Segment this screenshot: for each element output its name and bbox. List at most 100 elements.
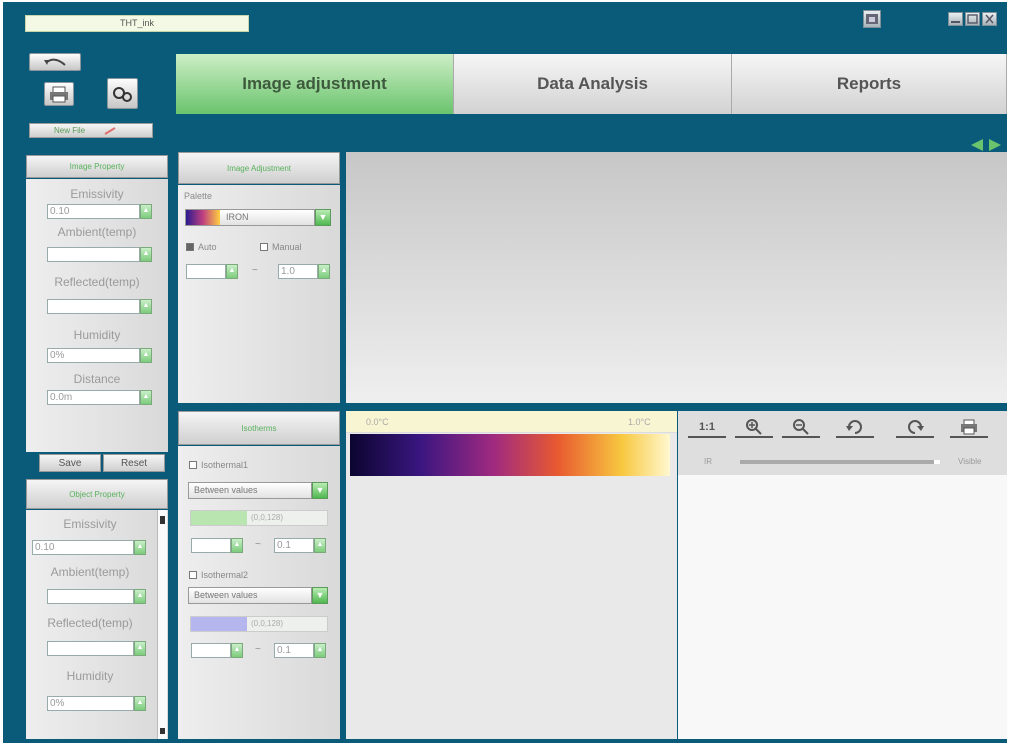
isothermal2-checkbox[interactable]: Isothermal2: [189, 570, 248, 580]
isothermal2-min-field[interactable]: ▲: [191, 643, 243, 658]
tab-data-analysis[interactable]: Data Analysis: [454, 54, 732, 114]
stepper-icon[interactable]: ▲: [134, 589, 146, 604]
image-display-area[interactable]: [346, 152, 1007, 403]
undo-button[interactable]: [29, 53, 81, 71]
isotherms-header: Isotherms: [178, 411, 340, 445]
isothermal1-color-picker[interactable]: (0,0,128): [190, 510, 328, 526]
scroll-down-arrow[interactable]: [160, 728, 165, 734]
stepper-icon[interactable]: ▲: [140, 247, 152, 262]
close-button[interactable]: [982, 12, 997, 26]
save-button[interactable]: Save: [39, 454, 101, 472]
image-property-panel: Emissivity 0.10 ▲ Ambient(temp) ▲ Reflec…: [26, 179, 168, 452]
ip-humidity-label: Humidity: [73, 328, 121, 342]
op-emissivity-field[interactable]: 0.10 ▲: [32, 540, 146, 555]
chevron-down-icon[interactable]: ▼: [315, 209, 331, 226]
isothermal2-min-value[interactable]: [191, 643, 231, 658]
checkbox-icon: [260, 243, 268, 251]
range-max-value[interactable]: 1.0: [278, 264, 318, 279]
stepper-icon[interactable]: ▲: [140, 390, 152, 405]
stepper-icon[interactable]: ▲: [231, 538, 243, 553]
zoom-in-button[interactable]: [735, 417, 773, 438]
ip-emissivity-field[interactable]: 0.10 ▲: [47, 204, 152, 219]
tab-reports[interactable]: Reports: [732, 54, 1007, 114]
range-min-value[interactable]: [186, 264, 226, 279]
ip-reflected-field[interactable]: ▲: [47, 299, 152, 314]
stepper-icon[interactable]: ▲: [226, 264, 238, 279]
rotate-left-button[interactable]: [836, 417, 874, 438]
op-ambient-label: Ambient(temp): [50, 565, 130, 579]
isothermal1-mode-select[interactable]: Between values ▼: [188, 482, 328, 499]
print-button[interactable]: [44, 82, 74, 106]
rotate-right-button[interactable]: [896, 417, 934, 438]
isothermal1-min-value[interactable]: [191, 538, 231, 553]
ip-distance-field[interactable]: 0.0m ▲: [47, 390, 152, 405]
ip-humidity-field[interactable]: 0% ▲: [47, 348, 152, 363]
zoom-out-button[interactable]: [782, 417, 820, 438]
isothermal2-color-picker[interactable]: (0,0,128): [190, 616, 328, 632]
maximize-button[interactable]: [965, 12, 980, 26]
prev-next-arrows[interactable]: [969, 138, 1003, 152]
isothermal1-checkbox[interactable]: Isothermal1: [189, 460, 248, 470]
ip-reflected-label: Reflected(temp): [54, 275, 140, 289]
isothermal1-max-field[interactable]: 0.1 ▲: [274, 538, 326, 553]
op-emissivity-value[interactable]: 0.10: [32, 540, 134, 555]
range-max-field[interactable]: 1.0 ▲: [278, 264, 330, 279]
object-property-scrollbar[interactable]: [157, 510, 167, 739]
ip-reflected-value[interactable]: [47, 299, 140, 314]
auto-checkbox[interactable]: Auto: [186, 242, 217, 252]
stepper-icon[interactable]: ▲: [314, 643, 326, 658]
palette-label: Palette: [184, 191, 213, 201]
op-reflected-label: Reflected(temp): [47, 616, 133, 630]
stepper-icon[interactable]: ▲: [134, 696, 146, 711]
info-icon[interactable]: [863, 10, 881, 28]
chevron-down-icon[interactable]: ▼: [312, 482, 328, 499]
stepper-icon[interactable]: ▲: [314, 538, 326, 553]
ip-distance-value[interactable]: 0.0m: [47, 390, 140, 405]
isothermal2-max-value[interactable]: 0.1: [274, 643, 314, 658]
stepper-icon[interactable]: ▲: [140, 299, 152, 314]
checkbox-icon: [189, 461, 197, 469]
manual-checkbox[interactable]: Manual: [260, 242, 302, 252]
camera-button[interactable]: [107, 78, 138, 109]
slider-fill: [740, 460, 934, 464]
stepper-icon[interactable]: ▲: [231, 643, 243, 658]
print-view-button[interactable]: [950, 417, 988, 438]
stepper-icon[interactable]: ▲: [140, 204, 152, 219]
zoom-1to1-button[interactable]: 1:1: [688, 417, 726, 438]
ip-humidity-value[interactable]: 0%: [47, 348, 140, 363]
tab-image-adjustment[interactable]: Image adjustment: [176, 54, 454, 114]
ir-visible-slider[interactable]: [740, 460, 940, 464]
palette-swatch: [186, 210, 220, 225]
checkbox-icon: [186, 243, 194, 251]
ip-emissivity-value[interactable]: 0.10: [47, 204, 140, 219]
tab-reports-label: Reports: [836, 74, 902, 93]
isothermal1-max-value[interactable]: 0.1: [274, 538, 314, 553]
op-humidity-field[interactable]: 0% ▲: [47, 696, 146, 711]
stepper-icon[interactable]: ▲: [134, 641, 146, 656]
palette-select[interactable]: IRON ▼: [185, 209, 331, 226]
ip-ambient-field[interactable]: ▲: [47, 247, 152, 262]
isothermal2-mode-value: Between values: [188, 587, 312, 604]
isothermal2-mode-select[interactable]: Between values ▼: [188, 587, 328, 604]
chevron-down-icon[interactable]: ▼: [312, 587, 328, 604]
new-file-button[interactable]: New File: [29, 123, 153, 138]
scroll-up-arrow[interactable]: [160, 516, 165, 524]
isothermal2-max-field[interactable]: 0.1 ▲: [274, 643, 326, 658]
new-file-label: New File: [54, 126, 86, 135]
isothermal1-min-field[interactable]: ▲: [191, 538, 243, 553]
op-humidity-value[interactable]: 0%: [47, 696, 134, 711]
op-reflected-field[interactable]: ▲: [47, 641, 146, 656]
stepper-icon[interactable]: ▲: [134, 540, 146, 555]
isothermal2-separator: ~: [255, 644, 261, 655]
stepper-icon[interactable]: ▲: [318, 264, 330, 279]
stepper-icon[interactable]: ▲: [140, 348, 152, 363]
op-reflected-value[interactable]: [47, 641, 134, 656]
op-ambient-value[interactable]: [47, 589, 134, 604]
image-adjustment-header: Image Adjustment: [178, 152, 340, 184]
ip-ambient-value[interactable]: [47, 247, 140, 262]
reset-button[interactable]: Reset: [103, 454, 165, 472]
isothermal1-separator: ~: [255, 539, 261, 550]
range-min-field[interactable]: ▲: [186, 264, 238, 279]
op-ambient-field[interactable]: ▲: [47, 589, 146, 604]
minimize-button[interactable]: [948, 12, 963, 26]
